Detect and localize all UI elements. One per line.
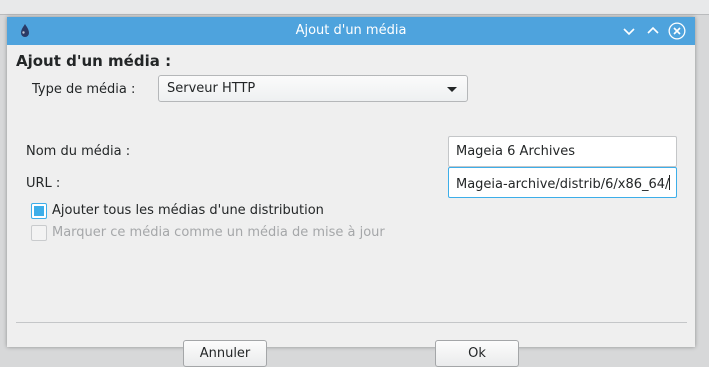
add-media-dialog: Ajout d'un média Ajout d'un média : Type…	[7, 17, 695, 367]
media-name-label: Nom du média :	[26, 144, 131, 159]
checkbox-icon	[31, 225, 47, 241]
dropdown-arrow-icon	[447, 87, 457, 92]
background-window	[0, 0, 709, 14]
dialog-heading: Ajout d'un média :	[16, 52, 172, 70]
dialog-content: Ajout d'un média : Type de média : Serve…	[7, 45, 695, 367]
text-caret	[669, 175, 671, 190]
button-separator	[16, 322, 687, 323]
media-type-value: Serveur HTTP	[167, 81, 256, 96]
minimize-icon[interactable]	[619, 21, 639, 41]
url-label: URL :	[26, 176, 61, 191]
media-type-label: Type de média :	[32, 82, 136, 97]
checkbox-icon[interactable]	[31, 203, 47, 219]
cancel-button[interactable]: Annuler	[183, 340, 267, 367]
close-icon[interactable]	[667, 21, 687, 41]
media-name-field[interactable]: Mageia 6 Archives	[448, 136, 677, 167]
media-name-value: Mageia 6 Archives	[456, 144, 575, 159]
ok-button[interactable]: Ok	[435, 340, 519, 367]
title-bar[interactable]: Ajout d'un média	[7, 17, 695, 45]
background-divider	[0, 14, 709, 15]
media-type-select[interactable]: Serveur HTTP	[158, 75, 468, 102]
add-all-distribution-media-checkbox[interactable]: Ajouter tous les médias d'une distributi…	[52, 203, 324, 218]
url-field[interactable]: Mageia-archive/distrib/6/x86_64/	[448, 167, 677, 198]
url-text: Mageia-archive/distrib/6/x86_64/	[456, 177, 670, 192]
url-value: Mageia-archive/distrib/6/x86_64/	[456, 175, 671, 192]
maximize-icon[interactable]	[643, 21, 663, 41]
window-title: Ajout d'un média	[295, 23, 407, 38]
mark-as-update-media-checkbox: Marquer ce média comme un média de mise …	[52, 225, 385, 240]
